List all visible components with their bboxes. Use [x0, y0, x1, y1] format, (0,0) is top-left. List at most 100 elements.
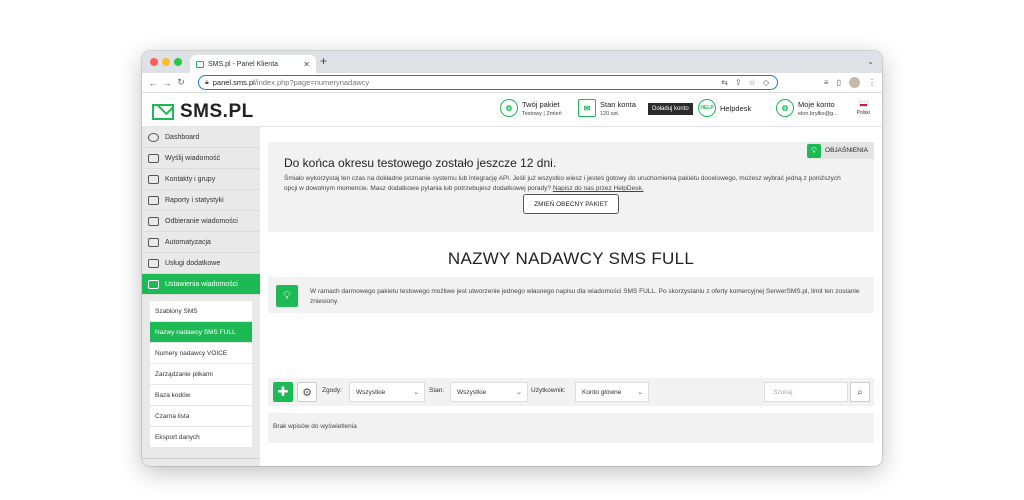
state-label: Stan:: [429, 387, 445, 394]
sidebar-item-contacts[interactable]: Kontakty i grupy: [142, 169, 260, 190]
consent-value: Wszystkie: [356, 388, 386, 396]
polish-flag-icon: [858, 101, 868, 107]
helpdesk-widget[interactable]: HELP Helpdesk: [698, 99, 751, 117]
topup-button[interactable]: Doładuj konto: [648, 103, 693, 115]
change-package-button[interactable]: ZMIEŃ OBECNY PAKIET: [523, 194, 619, 214]
tab-search-icon[interactable]: ⌄: [867, 57, 874, 66]
logo[interactable]: SMS.PL: [152, 101, 254, 123]
myaccount-sub: elon.bryłko@g...: [798, 110, 838, 117]
page-title: NAZWY NADAWCY SMS FULL: [447, 249, 695, 268]
bookmark-star-icon[interactable]: ☆: [749, 78, 756, 87]
back-icon[interactable]: ←: [146, 78, 160, 88]
notice-text: Śmiało wykorzystaj ten czas na dokładne …: [284, 174, 854, 194]
reading-list-icon[interactable]: ≡: [824, 78, 829, 87]
extension-icon[interactable]: ◇: [763, 78, 769, 87]
download-icon: [148, 216, 159, 226]
browser-menu-icon[interactable]: ⋮: [868, 78, 876, 87]
close-tab-icon[interactable]: ✕: [303, 60, 310, 69]
sidebar-item-label: Raporty i statystyki: [165, 196, 224, 204]
notice-heading: Do końca okresu testowego zostało jeszcz…: [284, 156, 557, 170]
empty-state: Brak wpisów do wyświetlenia: [268, 413, 874, 443]
settings-submenu: Szablony SMS Nazwy nadawcy SMS FULL Nume…: [142, 295, 260, 452]
sidebar-item-reports[interactable]: Raporty i statystyki: [142, 190, 260, 211]
explanations-label: OBJAŚNIENIA: [825, 147, 868, 154]
state-value: Wszystkie: [457, 388, 487, 396]
state-select[interactable]: Wszystkie ⌄: [450, 382, 528, 402]
submenu-item-sender-names[interactable]: Nazwy nadawcy SMS FULL: [150, 322, 252, 343]
sidebar-item-label: Ustawienia wiadomości: [165, 280, 238, 288]
package-title: Twój pakiet: [522, 99, 560, 109]
language-label: Polski: [856, 110, 870, 116]
dashboard-icon: [148, 132, 159, 142]
submenu-item-templates[interactable]: Szablony SMS: [150, 301, 252, 322]
help-bubble-icon: HELP: [698, 99, 716, 117]
sidebar-divider: [142, 458, 260, 466]
filter-bar: ✚ ⚙ Zgody: Wszystkie ⌄ Stan: Wszystkie ⌄…: [268, 378, 874, 406]
search-icon[interactable]: ⌕: [850, 382, 870, 402]
user-select[interactable]: Konto główne ⌄: [575, 382, 649, 402]
submenu-item-blacklist[interactable]: Czarna lista: [150, 406, 252, 427]
sidebar-item-settings[interactable]: Ustawienia wiadomości: [142, 274, 260, 295]
chevron-down-icon: ⌄: [413, 389, 419, 396]
helpdesk-link[interactable]: Napisz do nas przez HelpDesk.: [553, 185, 644, 192]
url-path: /index.php?page=numerynadawcy: [254, 78, 370, 87]
address-bar[interactable]: 🔒︎ panel.sms.pl/index.php?page=numerynad…: [198, 75, 778, 90]
sidebar-item-label: Automatyzacja: [165, 238, 211, 246]
main-content: 💡︎ OBJAŚNIENIA Do końca okresu testowego…: [260, 127, 882, 466]
sidebar: Dashboard Wyślij wiadomość Kontakty i gr…: [142, 127, 260, 466]
language-switch[interactable]: Polski: [857, 101, 870, 116]
package-sub: Testowy | Zmień: [522, 110, 562, 117]
close-window-button[interactable]: [150, 58, 158, 66]
account-sub: 120 szt.: [600, 110, 620, 117]
sliders-icon: [148, 279, 159, 289]
share-icon[interactable]: ⇪: [735, 78, 742, 87]
side-panel-icon[interactable]: ▯: [837, 78, 841, 87]
submenu-item-codes[interactable]: Baza kodów: [150, 385, 252, 406]
account-gear-icon: ⚙: [776, 99, 794, 117]
minimize-window-button[interactable]: [162, 58, 170, 66]
submenu-item-voice-numbers[interactable]: Numery nadawcy VOICE: [150, 343, 252, 364]
trial-notice: 💡︎ OBJAŚNIENIA Do końca okresu testowego…: [268, 142, 874, 232]
add-button[interactable]: ✚: [273, 382, 293, 402]
reload-icon[interactable]: ↻: [174, 77, 188, 88]
site-header: SMS.PL ⚙ Twój pakiet Testowy | Zmień ✉ S…: [142, 93, 882, 127]
lock-icon: 🔒︎: [205, 78, 209, 86]
tab-title: SMS.pl - Panel Klienta: [208, 60, 279, 68]
lightbulb-icon: 💡︎: [807, 143, 822, 158]
sidebar-item-label: Kontakty i grupy: [165, 175, 216, 183]
profile-avatar[interactable]: [849, 77, 860, 88]
submenu-item-files[interactable]: Zarządzanie plikami: [150, 364, 252, 385]
tab-bar: SMS.pl - Panel Klienta ✕ + ⌄: [142, 51, 882, 73]
sms-stack-icon: ✉: [578, 99, 596, 117]
consent-select[interactable]: Wszystkie ⌄: [349, 382, 425, 402]
explanations-button[interactable]: 💡︎ OBJAŚNIENIA: [807, 142, 874, 159]
chevron-down-icon: ⌄: [637, 389, 643, 396]
my-account-widget[interactable]: ⚙ Moje konto elon.bryłko@g...: [776, 99, 838, 117]
settings-gear-icon[interactable]: ⚙: [297, 382, 317, 402]
sidebar-item-dashboard[interactable]: Dashboard: [142, 127, 260, 148]
sidebar-item-services[interactable]: Usługi dodatkowe: [142, 253, 260, 274]
sidebar-item-label: Odbieranie wiadomości: [165, 217, 238, 225]
browser-tab[interactable]: SMS.pl - Panel Klienta ✕: [190, 55, 316, 73]
forward-icon[interactable]: →: [160, 78, 174, 88]
translate-icon[interactable]: ⇆: [721, 78, 728, 87]
automation-icon: [148, 237, 159, 247]
sidebar-item-label: Wyślij wiadomość: [165, 154, 221, 162]
submenu-item-export[interactable]: Eksport danych: [150, 427, 252, 448]
user-label: Użytkownik:: [531, 387, 566, 394]
browser-window: SMS.pl - Panel Klienta ✕ + ⌄ ← → ↻ 🔒︎ pa…: [142, 51, 882, 466]
sidebar-item-automation[interactable]: Automatyzacja: [142, 232, 260, 253]
sidebar-item-label: Dashboard: [165, 133, 200, 141]
package-widget[interactable]: ⚙ Twój pakiet Testowy | Zmień: [500, 99, 562, 117]
maximize-window-button[interactable]: [174, 58, 182, 66]
account-title: Stan konta: [600, 99, 636, 109]
new-tab-button[interactable]: +: [320, 54, 327, 68]
search-input[interactable]: Szukaj: [764, 382, 848, 402]
account-balance-widget[interactable]: ✉ Stan konta 120 szt.: [578, 99, 636, 117]
sidebar-item-receiving[interactable]: Odbieranie wiadomości: [142, 211, 260, 232]
sms-favicon-icon: [196, 60, 204, 68]
sidebar-item-send[interactable]: Wyślij wiadomość: [142, 148, 260, 169]
user-value: Konto główne: [582, 388, 622, 396]
chevron-down-icon: ⌄: [516, 389, 522, 396]
info-box: 💡︎ W ramach darmowego pakietu testowego …: [268, 277, 874, 313]
